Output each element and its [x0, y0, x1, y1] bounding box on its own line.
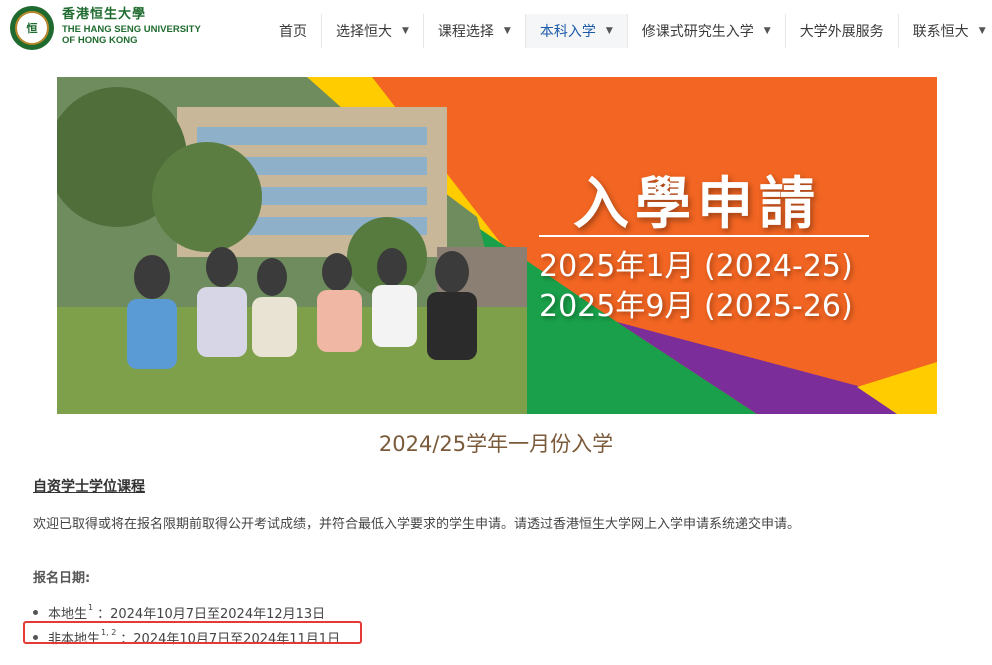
nav-item-choose-hsuhk[interactable]: 选择恒大 ▼	[321, 14, 423, 48]
footnote-ref[interactable]: 1	[88, 603, 93, 612]
caret-down-icon: ▼	[605, 26, 613, 36]
admission-banner: 入學申請 2025年1月 (2024-25) 2025年9月 (2025-26)	[57, 77, 937, 414]
caret-down-icon: ▼	[503, 26, 511, 36]
highlight-box	[23, 621, 362, 644]
brand-name-en: THE HANG SENG UNIVERSITY OF HONG KONG	[62, 24, 201, 47]
nav-item-home[interactable]: 首页	[267, 14, 321, 48]
nav-item-label: 本科入学	[539, 24, 596, 40]
nav-item-label: 大学外展服务	[799, 24, 884, 40]
nav-item-label: 联系恒大	[912, 24, 969, 40]
nav-item-label: 选择恒大	[336, 24, 392, 40]
page-heading: 2024/25学年一月份入学	[378, 432, 614, 456]
nav-item-outreach[interactable]: 大学外展服务	[784, 14, 898, 48]
bullet-icon	[33, 610, 38, 615]
caret-down-icon: ▼	[763, 26, 771, 36]
dates-label: 报名日期:	[33, 571, 91, 586]
caret-down-icon: ▼	[402, 26, 409, 36]
nav-item-label: 首页	[279, 24, 307, 40]
section-subheading[interactable]: 自资学士学位课程	[33, 476, 145, 496]
applicant-type: 本地生	[48, 607, 88, 622]
banner-intake-2: 2025年9月 (2025-26)	[539, 289, 853, 324]
nav-item-contact[interactable]: 联系恒大 ▼	[897, 14, 992, 48]
nav-item-label: 课程选择	[437, 24, 494, 40]
banner-intake-1: 2025年1月 (2024-25)	[539, 249, 853, 284]
nav-item-label: 修课式研究生入学	[641, 24, 754, 40]
brand-name-en-line2: OF HONG KONG	[62, 34, 138, 46]
intro-paragraph: 欢迎已取得或将在报名限期前取得公开考试成绩，并符合最低入学要求的学生申请。请透过…	[33, 517, 801, 532]
nav-item-postgraduate-admission[interactable]: 修课式研究生入学 ▼	[626, 14, 785, 48]
date-range: ：2024年10月7日至2024年12月13日	[97, 607, 326, 622]
brand-name[interactable]: 香港恒生大學 THE HANG SENG UNIVERSITY OF HONG …	[62, 8, 201, 47]
logo-emblem-icon: 恒	[15, 11, 49, 45]
brand-name-cn: 香港恒生大學	[62, 7, 147, 22]
site-header: 恒 香港恒生大學 THE HANG SENG UNIVERSITY OF HON…	[0, 0, 992, 64]
banner-title: 入學申請	[573, 172, 821, 237]
university-logo[interactable]: 恒	[10, 6, 54, 50]
main-nav: 首页 选择恒大 ▼ 课程选择 ▼ 本科入学 ▼ 修课式研究生入学 ▼ 大学外展服…	[267, 14, 992, 48]
caret-down-icon: ▼	[978, 26, 986, 36]
nav-item-undergraduate-admission[interactable]: 本科入学 ▼	[524, 14, 627, 48]
banner-divider	[539, 235, 869, 237]
nav-item-programmes[interactable]: 课程选择 ▼	[422, 14, 525, 48]
